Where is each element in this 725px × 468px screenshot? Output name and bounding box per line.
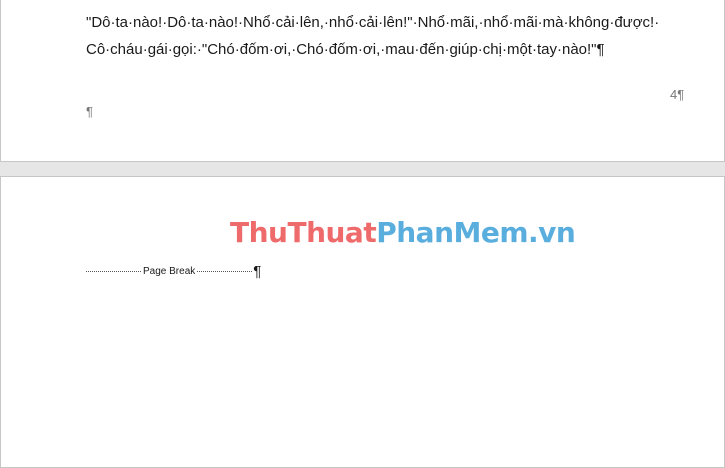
document-page-top[interactable]: "Dô·ta·nào!·Dô·ta·nào!·Nhổ·cải·lên,·nhổ·… [0, 0, 725, 161]
document-page-bottom[interactable]: ThuThuatPhanMem.vn Page Break ¶ [0, 177, 725, 468]
watermark-logo: ThuThuatPhanMem.vn [230, 216, 576, 249]
page-separator [0, 161, 725, 177]
page-break-paragraph-mark: ¶ [253, 262, 262, 280]
page-number: 4¶ [670, 87, 685, 102]
paragraph-line-1[interactable]: "Dô·ta·nào!·Dô·ta·nào!·Nhổ·cải·lên,·nhổ·… [86, 14, 659, 31]
watermark-part-2: PhanMem.vn [376, 216, 576, 249]
paragraph-line-2[interactable]: Cô·cháu·gái·gọi:·"Chó·đốm·ơi,·Chó·đốm·ơi… [86, 41, 605, 58]
empty-paragraph-mark[interactable]: ¶ [86, 104, 93, 119]
page-break-label: Page Break [143, 265, 196, 277]
page-break-marker[interactable]: Page Break ¶ [86, 262, 262, 280]
watermark-part-1: ThuThuat [230, 216, 377, 249]
page-break-dotted-line-right [197, 270, 253, 272]
page-break-dotted-line-left [86, 270, 141, 272]
